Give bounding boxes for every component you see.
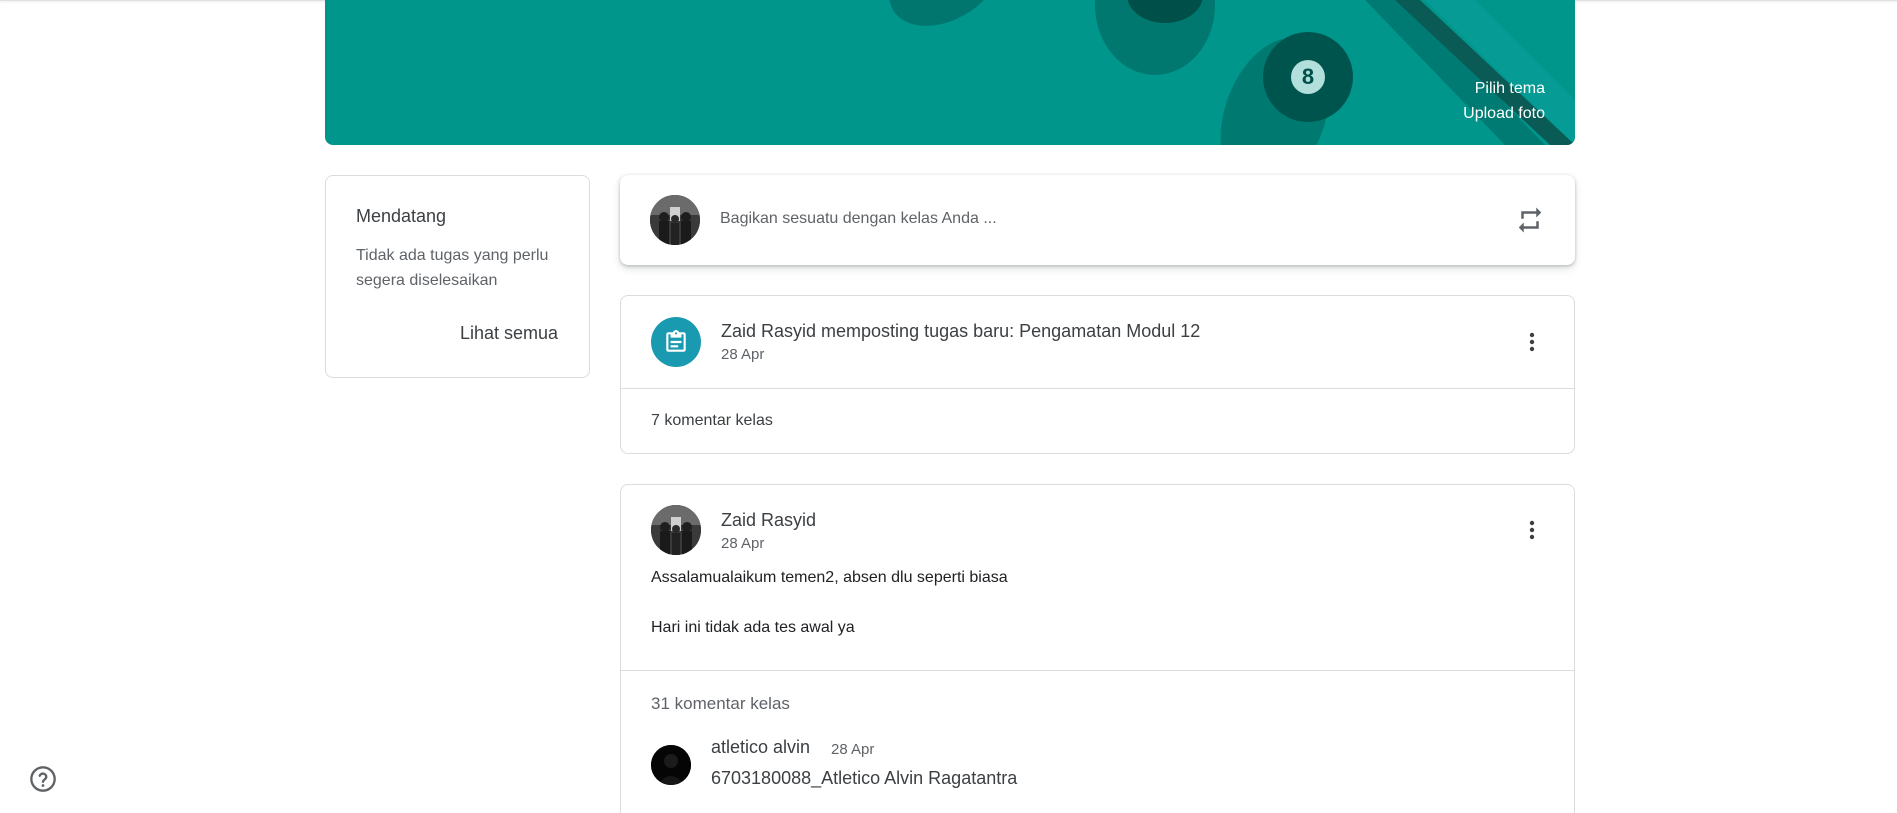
more-options-icon[interactable] bbox=[1520, 518, 1544, 542]
upcoming-empty-text: Tidak ada tugas yang perlu segera disele… bbox=[356, 247, 549, 289]
post-body-line: Hari ini tidak ada tes awal ya bbox=[651, 619, 855, 636]
post-date: 28 Apr bbox=[721, 535, 765, 552]
class-comments-link[interactable]: 31 komentar kelas bbox=[651, 694, 790, 714]
ball-badge: 8 bbox=[1291, 60, 1325, 94]
upcoming-title: Mendatang bbox=[356, 206, 447, 226]
post-body-line: Assalamualaikum temen2, absen dlu sepert… bbox=[651, 569, 1008, 586]
assignment-icon bbox=[651, 317, 701, 367]
select-theme-link[interactable]: Pilih tema bbox=[1463, 76, 1545, 101]
upcoming-card: Mendatang Tidak ada tugas yang perlu seg… bbox=[325, 175, 590, 378]
share-input[interactable]: Bagikan sesuatu dengan kelas Anda ... bbox=[720, 210, 997, 228]
author-avatar bbox=[651, 505, 701, 555]
comment-author: atletico alvin bbox=[711, 737, 811, 757]
view-all-link[interactable]: Lihat semua bbox=[460, 323, 558, 344]
comment-text: 6703180088_Atletico Alvin Ragatantra bbox=[711, 768, 1018, 788]
card-divider bbox=[621, 388, 1574, 389]
post-author-name: Zaid Rasyid bbox=[721, 510, 817, 530]
help-icon[interactable] bbox=[29, 765, 57, 793]
assignment-post-title[interactable]: Zaid Rasyid memposting tugas baru: Penga… bbox=[721, 321, 1200, 342]
class-banner: 8 Pilih tema Upload foto bbox=[325, 0, 1575, 145]
user-avatar bbox=[650, 195, 700, 245]
assignment-post-card[interactable]: Zaid Rasyid memposting tugas baru: Penga… bbox=[620, 295, 1575, 454]
share-box[interactable]: Bagikan sesuatu dengan kelas Anda ... bbox=[620, 175, 1575, 265]
repost-icon[interactable] bbox=[1515, 205, 1545, 235]
more-options-icon[interactable] bbox=[1520, 330, 1544, 354]
class-comments-link[interactable]: 7 komentar kelas bbox=[651, 412, 773, 430]
banner-illustration bbox=[889, 0, 1575, 145]
card-divider bbox=[621, 670, 1574, 671]
ball-number: 8 bbox=[1301, 64, 1315, 89]
upload-photo-link[interactable]: Upload foto bbox=[1463, 101, 1545, 126]
announcement-post-card: Zaid Rasyid 28 Apr Assalamualaikum temen… bbox=[620, 484, 1575, 813]
comment-date: 28 Apr bbox=[831, 741, 875, 758]
assignment-post-date: 28 Apr bbox=[721, 346, 765, 363]
commenter-avatar bbox=[651, 745, 691, 785]
